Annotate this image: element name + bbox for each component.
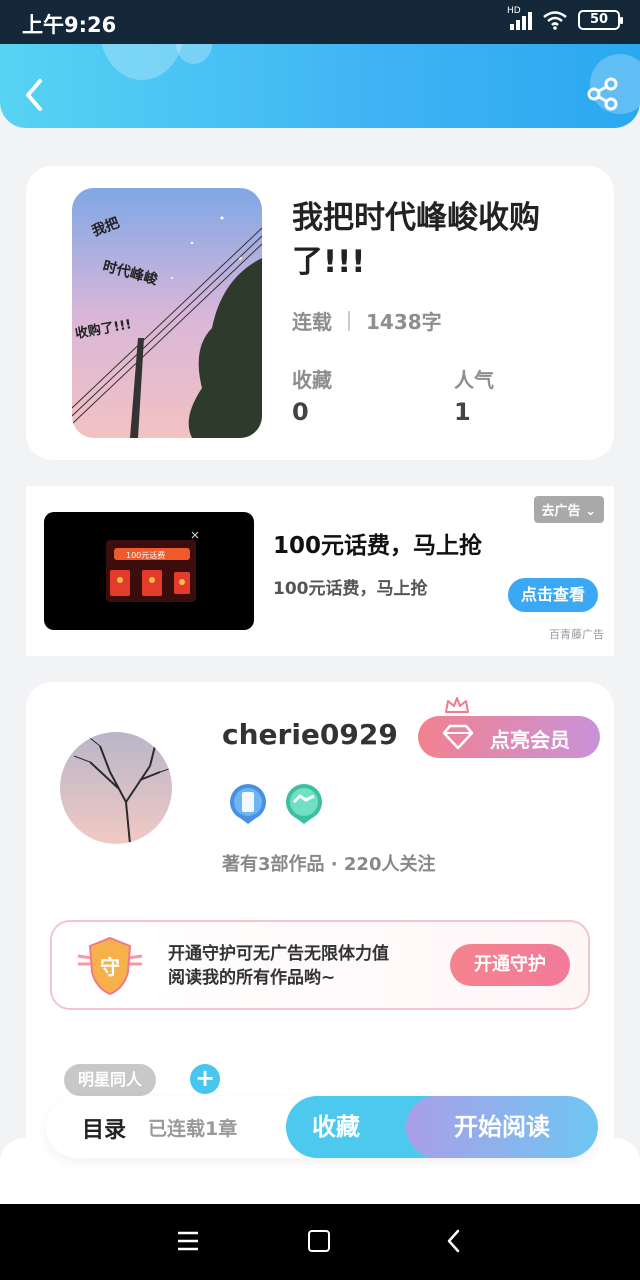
ad-graphic: 100元话费: [106, 531, 199, 602]
avatar[interactable]: [60, 732, 172, 844]
handshake-badge-icon[interactable]: [284, 782, 324, 826]
vip-button[interactable]: 点亮会员: [418, 716, 600, 758]
book-meta: 连载 1438字: [292, 306, 442, 335]
open-guard-button[interactable]: 开通守护: [450, 944, 570, 986]
ad-close-icon: [191, 531, 199, 539]
book-status: 连载: [292, 310, 332, 334]
guard-banner: 守 开通守护可无广告无限体力值 阅读我的所有作品哟~ 开通守护: [50, 920, 590, 1010]
ad-image[interactable]: 100元话费: [44, 512, 254, 630]
favorites-label: 收藏: [292, 368, 332, 392]
toc-button[interactable]: 目录: [82, 1112, 126, 1144]
diamond-icon: [442, 724, 474, 750]
share-button[interactable]: [586, 76, 620, 112]
popularity-label: 人气: [454, 368, 494, 392]
author-works-info: 著有3部作品 · 220人关注: [222, 854, 436, 875]
guard-text-line2: 阅读我的所有作品哟~: [168, 968, 336, 988]
favorites-value: 0: [292, 398, 309, 426]
status-bar: 上午9:26 HD 50: [0, 0, 640, 44]
status-icons: HD 50: [507, 6, 623, 30]
popularity-value: 1: [454, 398, 471, 426]
shield-icon: 守: [77, 936, 143, 996]
shield-char: 守: [100, 955, 120, 979]
guard-text: 开通守护可无广告无限体力值 阅读我的所有作品哟~: [168, 942, 389, 990]
vip-button-label: 点亮会员: [490, 728, 570, 752]
guard-text-line1: 开通守护可无广告无限体力值: [168, 944, 389, 964]
ad-title: 100元话费，马上抢: [273, 533, 483, 559]
system-nav-bar: [0, 1204, 640, 1280]
phone-badge-icon[interactable]: [228, 782, 268, 826]
action-bar: 目录 已连载1章 收藏 开始阅读: [46, 1096, 598, 1158]
crown-icon: [445, 697, 469, 713]
nav-back-icon[interactable]: [444, 1228, 464, 1254]
category-tag[interactable]: 明星同人: [64, 1064, 157, 1096]
remove-ad-label: 去广告: [541, 504, 581, 519]
back-button[interactable]: [20, 76, 52, 114]
network-type-label: HD: [507, 6, 521, 16]
chevron-down-icon: ⌄: [585, 504, 596, 519]
share-icon: [587, 77, 618, 111]
ad-view-button[interactable]: 点击查看: [508, 578, 598, 612]
chevron-left-icon: [26, 79, 42, 111]
start-reading-button[interactable]: 开始阅读: [406, 1096, 598, 1158]
cover-image: 我把 时代峰峻 收购了!!!: [72, 188, 262, 438]
ad-subtitle: 100元话费，马上抢: [273, 579, 428, 599]
author-username: cherie0929: [222, 718, 398, 751]
ad-source: 百青藤广告: [549, 628, 604, 641]
menu-icon[interactable]: [176, 1230, 200, 1252]
status-time: 上午9:26: [22, 13, 117, 37]
meta-divider: [348, 310, 350, 331]
book-word-count: 1438字: [366, 310, 442, 334]
ad-image-text: 100元话费: [126, 550, 165, 560]
book-info-card: 我把 时代峰峻 收购了!!! 我把时代峰峻收购了!!! 连载 1438字 收藏 …: [26, 166, 614, 460]
book-title: 我把时代峰峻收购了!!!: [292, 200, 540, 280]
avatar-image: [60, 732, 172, 844]
battery-icon: 50: [578, 10, 623, 30]
signal-icon: HD: [507, 6, 532, 30]
chapter-count: 已连载1章: [148, 1118, 238, 1140]
remove-ad-button[interactable]: 去广告 ⌄: [533, 496, 604, 523]
add-tag-button[interactable]: +: [190, 1064, 220, 1094]
home-icon[interactable]: [308, 1230, 330, 1252]
book-cover[interactable]: 我把 时代峰峻 收购了!!!: [72, 188, 262, 438]
wifi-icon: [543, 11, 567, 30]
ad-card[interactable]: 100元话费 100元话费，马上抢 100元话费，马上抢 去广告 ⌄ 点击查看 …: [26, 486, 614, 656]
